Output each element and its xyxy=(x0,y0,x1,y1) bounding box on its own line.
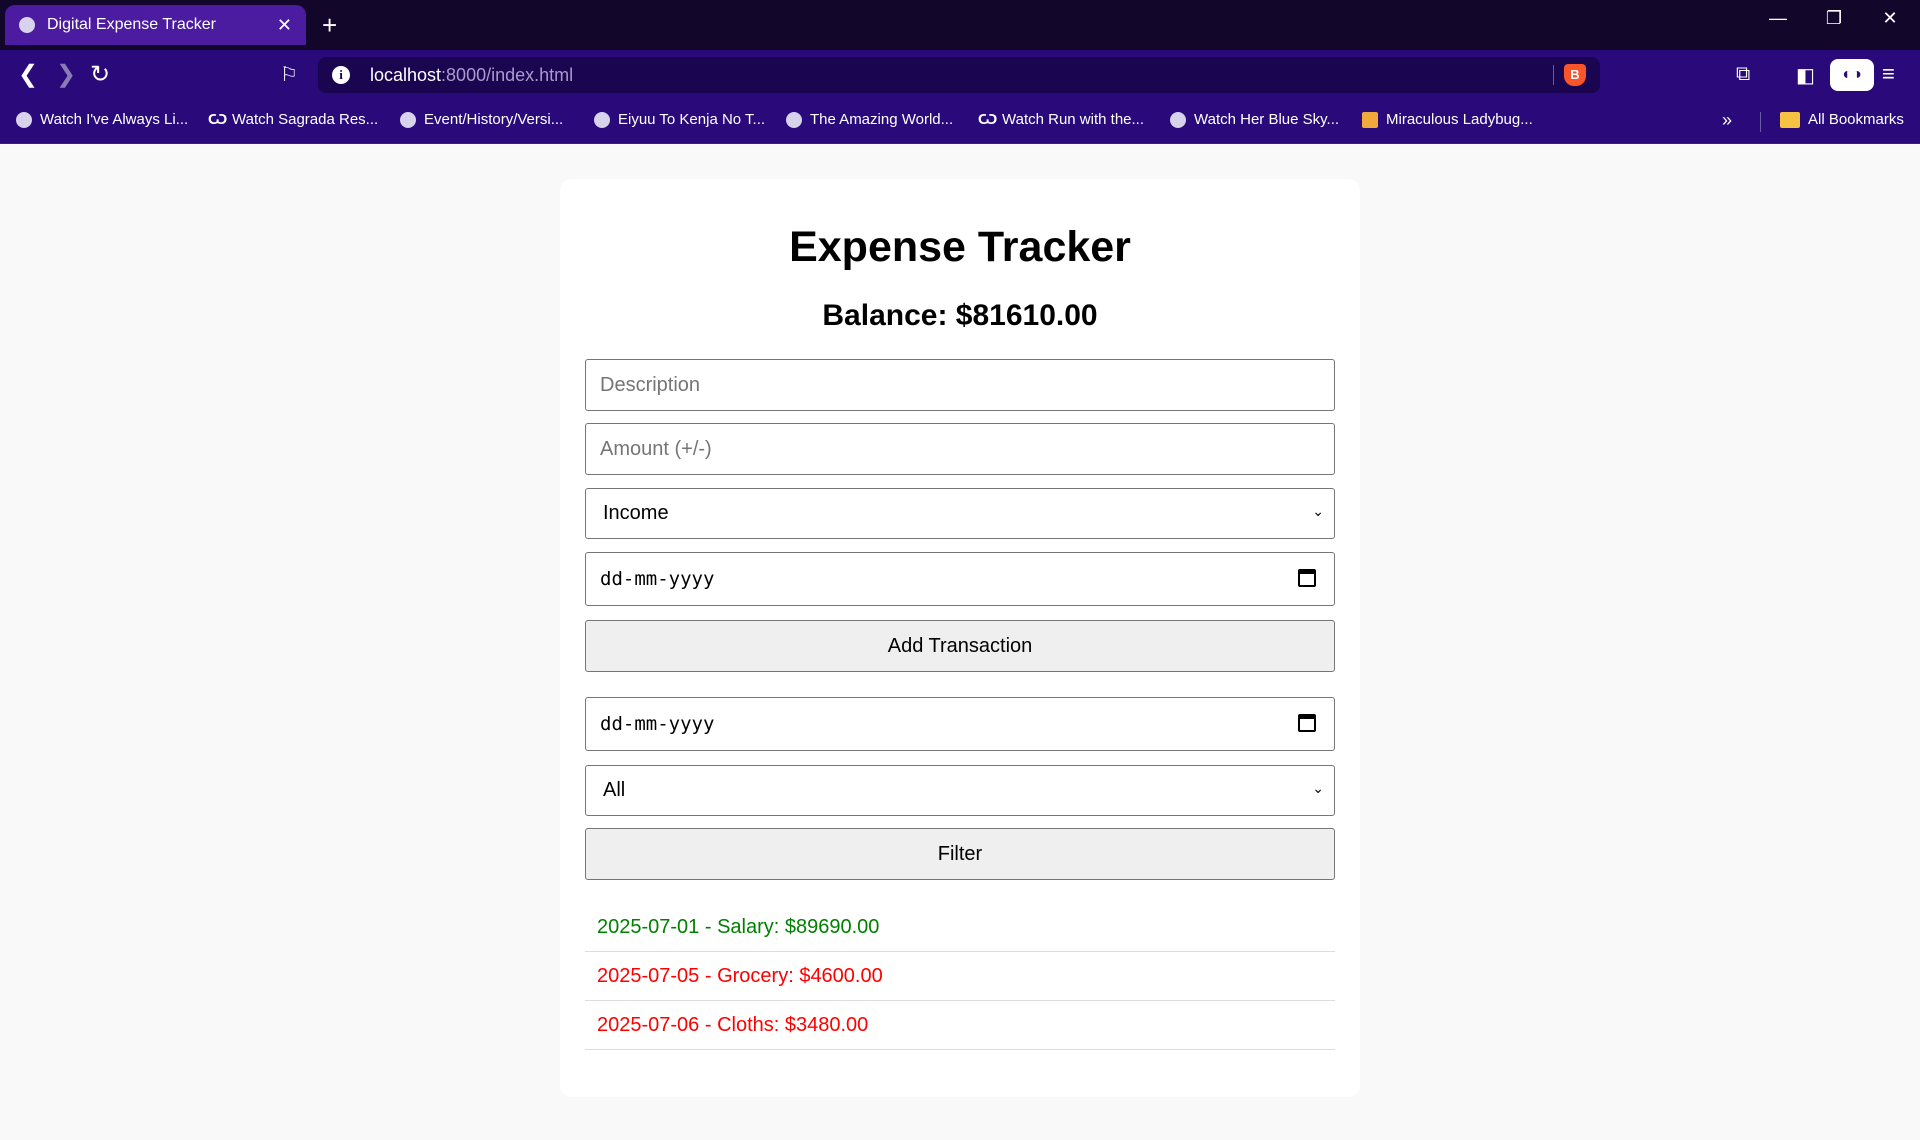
expense-tracker-card: Expense Tracker Balance: $81610.00 Descr… xyxy=(560,179,1360,1097)
calendar-icon[interactable] xyxy=(1298,714,1316,732)
description-placeholder: Description xyxy=(600,373,701,396)
type-select[interactable]: Income ⌄ xyxy=(585,488,1335,539)
globe-icon xyxy=(1170,111,1186,128)
amount-placeholder: Amount (+/-) xyxy=(600,437,712,460)
date-value: dd-mm-yyyy xyxy=(600,568,715,590)
close-tab-icon[interactable]: ✕ xyxy=(277,15,292,36)
transaction-item: 2025-07-06 - Cloths: $3480.00 xyxy=(585,1001,1335,1050)
url-host: localhost xyxy=(370,64,442,85)
bookmark-item[interactable]: Miraculous Ladybug... xyxy=(1362,111,1533,128)
brave-shields-icon[interactable]: B xyxy=(1564,64,1586,86)
browser-toolbar: ❮ ❯ ↻ ⚐ i localhost :8000/index.html B ⧉… xyxy=(0,50,1920,100)
bookmarks-bar: Watch I've Always Li... Ѡ Watch Sagrada … xyxy=(0,100,1920,144)
bookmark-label: Event/History/Versi... xyxy=(424,111,564,128)
address-bar[interactable]: i localhost :8000/index.html B xyxy=(318,57,1600,93)
tab-title: Digital Expense Tracker xyxy=(47,16,216,33)
close-window-icon[interactable]: ✕ xyxy=(1870,8,1910,29)
filter-type-select[interactable]: All ⌄ xyxy=(585,765,1335,816)
divider xyxy=(1760,112,1761,132)
bookmark-label: Watch Her Blue Sky... xyxy=(1194,111,1340,128)
folder-icon xyxy=(1780,111,1800,128)
bookmark-item[interactable]: The Amazing World... xyxy=(786,111,953,128)
filter-type-selected-value: All xyxy=(603,779,626,801)
active-tab[interactable]: Digital Expense Tracker ✕ xyxy=(5,5,306,45)
filter-button[interactable]: Filter xyxy=(585,828,1335,880)
site-info-icon[interactable]: i xyxy=(332,66,350,84)
bookmark-item[interactable]: Watch Her Blue Sky... xyxy=(1170,111,1339,128)
bookmark-item[interactable]: Ѡ Watch Sagrada Res... xyxy=(208,111,378,128)
globe-icon xyxy=(786,111,802,128)
page-title: Expense Tracker xyxy=(789,223,1131,271)
bookmark-item[interactable]: Event/History/Versi... xyxy=(400,111,563,128)
bookmark-label: Miraculous Ladybug... xyxy=(1386,111,1533,128)
chevron-down-icon: ⌄ xyxy=(1312,780,1324,796)
more-bookmarks-icon[interactable]: » xyxy=(1722,110,1732,131)
reload-icon[interactable]: ↻ xyxy=(90,62,110,88)
new-tab-button[interactable]: + xyxy=(322,10,337,40)
filter-date-input[interactable]: dd-mm-yyyy xyxy=(585,697,1335,751)
all-bookmarks[interactable]: All Bookmarks xyxy=(1780,111,1904,128)
transaction-text: 2025-07-06 - Cloths: $3480.00 xyxy=(597,1013,869,1036)
transaction-item: 2025-07-01 - Salary: $89690.00 xyxy=(585,903,1335,952)
bookmark-item[interactable]: Ѡ Watch Run with the... xyxy=(978,111,1144,128)
bookmark-item[interactable]: Eiyuu To Kenja No T... xyxy=(594,111,765,128)
date-input[interactable]: dd-mm-yyyy xyxy=(585,552,1335,606)
minimize-icon[interactable]: — xyxy=(1758,8,1798,29)
menu-icon[interactable]: ≡ xyxy=(1882,61,1895,87)
balance-display: Balance: $81610.00 xyxy=(822,299,1098,332)
bookmark-item[interactable]: Watch I've Always Li... xyxy=(16,111,188,128)
bookmark-label: The Amazing World... xyxy=(810,111,954,128)
globe-icon xyxy=(16,111,32,128)
calendar-icon[interactable] xyxy=(1298,569,1316,587)
back-icon[interactable]: ❮ xyxy=(18,62,38,88)
divider xyxy=(1553,65,1554,85)
screenshot-icon[interactable]: ⧉ xyxy=(1736,63,1750,86)
chevron-down-icon: ⌄ xyxy=(1312,503,1324,519)
bookmark-label: Watch Sagrada Res... xyxy=(232,111,379,128)
add-transaction-button[interactable]: Add Transaction xyxy=(585,620,1335,672)
site-logo-icon xyxy=(1362,111,1378,128)
all-bookmarks-label: All Bookmarks xyxy=(1808,111,1904,128)
reader-mode-icon[interactable]: ◐◑ xyxy=(1830,59,1874,91)
transaction-text: 2025-07-05 - Grocery: $4600.00 xyxy=(597,964,883,987)
bookmark-label: Watch Run with the... xyxy=(1002,111,1145,128)
restore-icon[interactable]: ❐ xyxy=(1814,8,1854,29)
site-logo-icon: Ѡ xyxy=(208,110,228,128)
type-selected-value: Income xyxy=(603,502,669,524)
bookmark-icon[interactable]: ⚐ xyxy=(280,62,298,88)
bookmark-label: Eiyuu To Kenja No T... xyxy=(618,111,766,128)
forward-icon[interactable]: ❯ xyxy=(56,62,76,88)
page-body: Expense Tracker Balance: $81610.00 Descr… xyxy=(0,145,1920,1140)
amount-input[interactable]: Amount (+/-) xyxy=(585,423,1335,475)
description-input[interactable]: Description xyxy=(585,359,1335,411)
url-path: :8000/index.html xyxy=(441,64,574,85)
browser-titlebar: Digital Expense Tracker ✕ + — ❐ ✕ xyxy=(0,0,1920,50)
globe-icon xyxy=(19,17,35,33)
globe-icon xyxy=(594,111,610,128)
sidebar-icon[interactable]: ◧ xyxy=(1796,63,1815,88)
transaction-text: 2025-07-01 - Salary: $89690.00 xyxy=(597,915,880,938)
transaction-item: 2025-07-05 - Grocery: $4600.00 xyxy=(585,952,1335,1001)
filter-date-value: dd-mm-yyyy xyxy=(600,713,715,735)
site-logo-icon: Ѡ xyxy=(978,110,998,128)
bookmark-label: Watch I've Always Li... xyxy=(40,111,189,128)
site-logo-icon xyxy=(400,111,416,128)
